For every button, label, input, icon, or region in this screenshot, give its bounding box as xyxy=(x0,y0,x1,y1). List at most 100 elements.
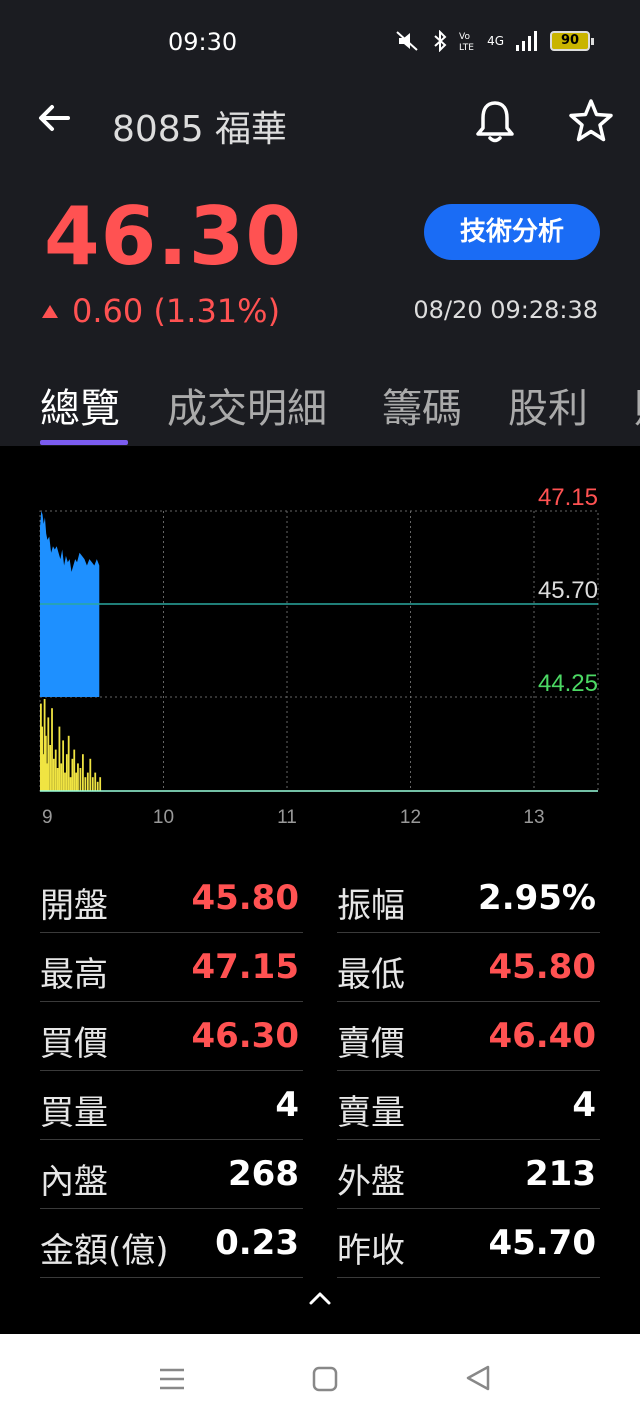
stat-label: 最低 xyxy=(337,955,405,995)
volume-bar xyxy=(71,758,74,791)
bluetooth-icon xyxy=(434,30,447,52)
stat-cell: 最低 45.80 xyxy=(337,933,600,1002)
stats-row: 金額(億) 0.23 昨收 45.70 xyxy=(40,1209,600,1278)
volume-bar xyxy=(77,763,79,791)
stat-value: 45.80 xyxy=(191,878,299,918)
volume-bar xyxy=(89,758,92,791)
x-tick-label: 10 xyxy=(153,807,174,828)
stats-row: 開盤 45.80 振幅 2.95% xyxy=(40,864,600,933)
volume-bar xyxy=(94,772,97,791)
status-icons: Vo LTE 4G 90 xyxy=(395,30,594,52)
current-price: 46.30 xyxy=(44,190,303,283)
square-icon xyxy=(312,1366,338,1392)
volume-bar xyxy=(75,772,77,791)
stat-value: 4 xyxy=(572,1085,596,1125)
mute-icon xyxy=(396,31,418,51)
tab-overview[interactable]: 總覽 xyxy=(40,376,120,434)
y-label-low: 44.25 xyxy=(538,670,598,697)
home-button[interactable] xyxy=(312,1366,338,1392)
stat-cell: 外盤 213 xyxy=(337,1140,600,1209)
x-tick-label: 13 xyxy=(523,807,544,828)
volume-bar xyxy=(60,763,63,791)
system-back-button[interactable] xyxy=(464,1364,492,1392)
stat-label: 金額(億) xyxy=(40,1231,169,1271)
chart-frame xyxy=(39,510,599,792)
volume-bar xyxy=(91,777,94,791)
stat-label: 賣價 xyxy=(337,1024,405,1064)
tab-dividends[interactable]: 股利 xyxy=(508,376,588,434)
volte-icon: Vo LTE xyxy=(459,32,474,52)
tab-financials[interactable]: 財 xyxy=(634,376,640,434)
stat-label: 最高 xyxy=(40,955,108,995)
stat-value: 2.95% xyxy=(478,878,596,918)
stat-value: 268 xyxy=(228,1154,299,1194)
y-label-ref: 45.70 xyxy=(538,577,598,604)
volume-bar xyxy=(79,768,82,791)
volume-bar xyxy=(56,768,59,791)
volume-bar xyxy=(99,777,102,791)
stats-row: 內盤 268 外盤 213 xyxy=(40,1140,600,1209)
stat-cell: 賣價 46.40 xyxy=(337,1002,600,1071)
chevron-up-icon xyxy=(309,1292,331,1305)
favorite-button[interactable] xyxy=(566,96,616,146)
stat-value: 46.40 xyxy=(488,1016,596,1056)
stat-cell: 昨收 45.70 xyxy=(337,1209,600,1278)
volume-bar xyxy=(64,772,66,791)
tab-trade-details[interactable]: 成交明細 xyxy=(167,376,327,434)
y-label-high: 47.15 xyxy=(538,484,598,511)
price-change: 0.60 (1.31%) xyxy=(42,292,280,330)
volume-bar xyxy=(58,726,61,791)
tab-chips[interactable]: 籌碼 xyxy=(382,376,462,434)
volume-bar xyxy=(54,749,57,791)
stat-cell: 開盤 45.80 xyxy=(40,864,303,933)
collapse-button[interactable] xyxy=(304,1284,336,1312)
stat-label: 開盤 xyxy=(40,886,108,926)
quote-timestamp: 08/20 09:28:38 xyxy=(413,296,598,324)
stats-row: 買量 4 賣量 4 xyxy=(40,1071,600,1140)
stat-cell: 金額(億) 0.23 xyxy=(40,1209,303,1278)
alert-button[interactable] xyxy=(472,98,518,144)
bell-icon xyxy=(476,101,514,143)
x-tick-label: 9 xyxy=(42,807,53,828)
svg-text:LTE: LTE xyxy=(459,43,474,52)
stat-label: 昨收 xyxy=(337,1231,405,1271)
triangle-back-icon xyxy=(466,1365,490,1391)
recent-apps-button[interactable] xyxy=(158,1366,186,1392)
menu-icon xyxy=(160,1368,184,1390)
stat-value: 46.30 xyxy=(191,1016,299,1056)
stat-value: 47.15 xyxy=(191,947,299,987)
battery-icon: 90 xyxy=(550,31,594,51)
volume-bar xyxy=(81,754,84,791)
volume-bar xyxy=(49,745,52,791)
stat-value: 213 xyxy=(525,1154,596,1194)
technical-analysis-button[interactable]: 技術分析 xyxy=(424,204,600,260)
network-type: 4G xyxy=(487,34,504,48)
intraday-chart[interactable]: 47.15 45.70 44.25 9 10 11 12 13 xyxy=(0,480,640,840)
volume-bar xyxy=(69,777,72,791)
volume-bar xyxy=(47,717,50,791)
stat-cell: 內盤 268 xyxy=(40,1140,303,1209)
stat-cell: 買價 46.30 xyxy=(40,1002,303,1071)
signal-icon xyxy=(516,31,537,51)
top-panel: 09:30 Vo LTE 4G 90 8085 福華 46.30 技術分析 0.… xyxy=(0,0,640,446)
volume-bar xyxy=(65,754,68,791)
up-arrow-icon xyxy=(42,304,58,318)
svg-text:Vo: Vo xyxy=(459,32,470,42)
stat-label: 買量 xyxy=(40,1093,108,1133)
stat-cell: 買量 4 xyxy=(40,1071,303,1140)
back-button[interactable] xyxy=(34,98,78,142)
stat-label: 買價 xyxy=(40,1024,108,1064)
stat-label: 外盤 xyxy=(337,1162,405,1202)
star-icon xyxy=(569,99,613,142)
stat-value: 45.80 xyxy=(488,947,596,987)
volume-bar xyxy=(51,708,53,791)
arrow-left-icon xyxy=(39,105,70,131)
stat-label: 內盤 xyxy=(40,1162,108,1202)
stock-title: 8085 福華 xyxy=(112,109,288,150)
volume-bar xyxy=(62,740,65,791)
volume-bar xyxy=(52,758,55,791)
system-nav-bar xyxy=(0,1334,640,1422)
stats-row: 最高 47.15 最低 45.80 xyxy=(40,933,600,1002)
tab-bar: 總覽 成交明細 籌碼 股利 財 xyxy=(0,370,640,446)
stat-value: 4 xyxy=(275,1085,299,1125)
